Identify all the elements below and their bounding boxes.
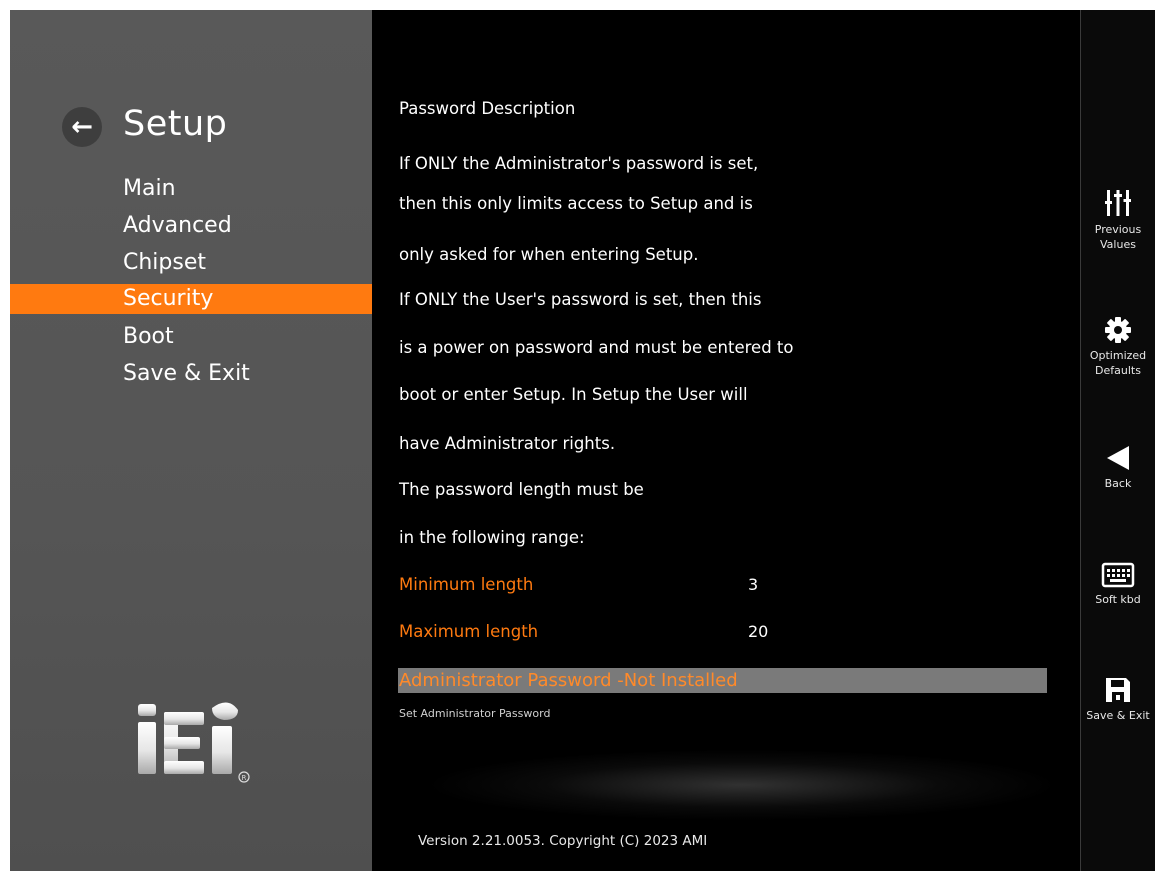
save-exit-button[interactable]: Save & Exit	[1081, 676, 1155, 723]
description-line: The password length must be	[399, 480, 644, 499]
action-bar: PreviousValues OptimizedDefaults Back	[1081, 10, 1155, 871]
bios-screen: ← Setup Main Advanced Chipset Security B…	[10, 10, 1155, 871]
gear-icon	[1105, 317, 1131, 343]
administrator-password-item[interactable]: Administrator Password -Not Installed	[398, 668, 1047, 693]
description-line: boot or enter Setup. In Setup the User w…	[399, 385, 748, 404]
action-label: Save & Exit	[1086, 709, 1150, 722]
description-line: If ONLY the Administrator's password is …	[399, 154, 759, 173]
sidebar-item-boot[interactable]: Boot	[10, 318, 372, 355]
min-length-value: 3	[748, 575, 759, 594]
min-length-label: Minimum length	[399, 575, 534, 594]
triangle-left-icon	[1107, 446, 1129, 470]
bottom-glow	[432, 750, 1052, 820]
optimized-defaults-button[interactable]: Optimized Defaults	[1081, 316, 1155, 378]
action-label: Back	[1104, 477, 1132, 490]
main-content: Password Description If ONLY the Adminis…	[372, 10, 1080, 871]
previous-values-button[interactable]: Previous Values	[1081, 188, 1155, 252]
floppy-icon	[1106, 678, 1130, 702]
description-heading: Password Description	[399, 99, 576, 118]
sidebar-item-advanced[interactable]: Advanced	[10, 207, 372, 244]
iei-logo: R	[130, 698, 260, 788]
description-line: have Administrator rights.	[399, 434, 616, 453]
sidebar-item-security[interactable]: Security	[10, 284, 372, 314]
sliders-icon	[1105, 190, 1131, 216]
soft-keyboard-button[interactable]: Soft kbd	[1081, 562, 1155, 607]
sidebar: ← Setup Main Advanced Chipset Security B…	[10, 10, 372, 871]
max-length-value: 20	[748, 622, 769, 641]
version-text: Version 2.21.0053. Copyright (C) 2023 AM…	[418, 833, 708, 849]
sidebar-item-chipset[interactable]: Chipset	[10, 244, 372, 281]
action-label: Previous Values	[1094, 223, 1142, 251]
help-text: Set Administrator Password	[399, 707, 551, 720]
keyboard-icon	[1101, 562, 1135, 588]
description-line: in the following range:	[399, 528, 585, 547]
back-arrow-icon[interactable]: ←	[62, 107, 102, 147]
action-label: Soft kbd	[1095, 593, 1141, 606]
sidebar-item-main[interactable]: Main	[10, 170, 372, 207]
svg-text:R: R	[242, 774, 247, 782]
max-length-label: Maximum length	[399, 622, 539, 641]
description-line: is a power on password and must be enter…	[399, 338, 794, 357]
description-line: If ONLY the User's password is set, then…	[399, 290, 762, 309]
sidebar-item-save-exit[interactable]: Save & Exit	[10, 355, 372, 392]
setup-title: Setup	[123, 104, 228, 144]
sidebar-menu: Main Advanced Chipset Security Boot Save…	[10, 170, 372, 392]
back-button[interactable]: Back	[1081, 444, 1155, 491]
description-line: only asked for when entering Setup.	[399, 245, 699, 264]
action-label: Optimized Defaults	[1089, 349, 1147, 377]
description-line: then this only limits access to Setup an…	[399, 194, 753, 213]
